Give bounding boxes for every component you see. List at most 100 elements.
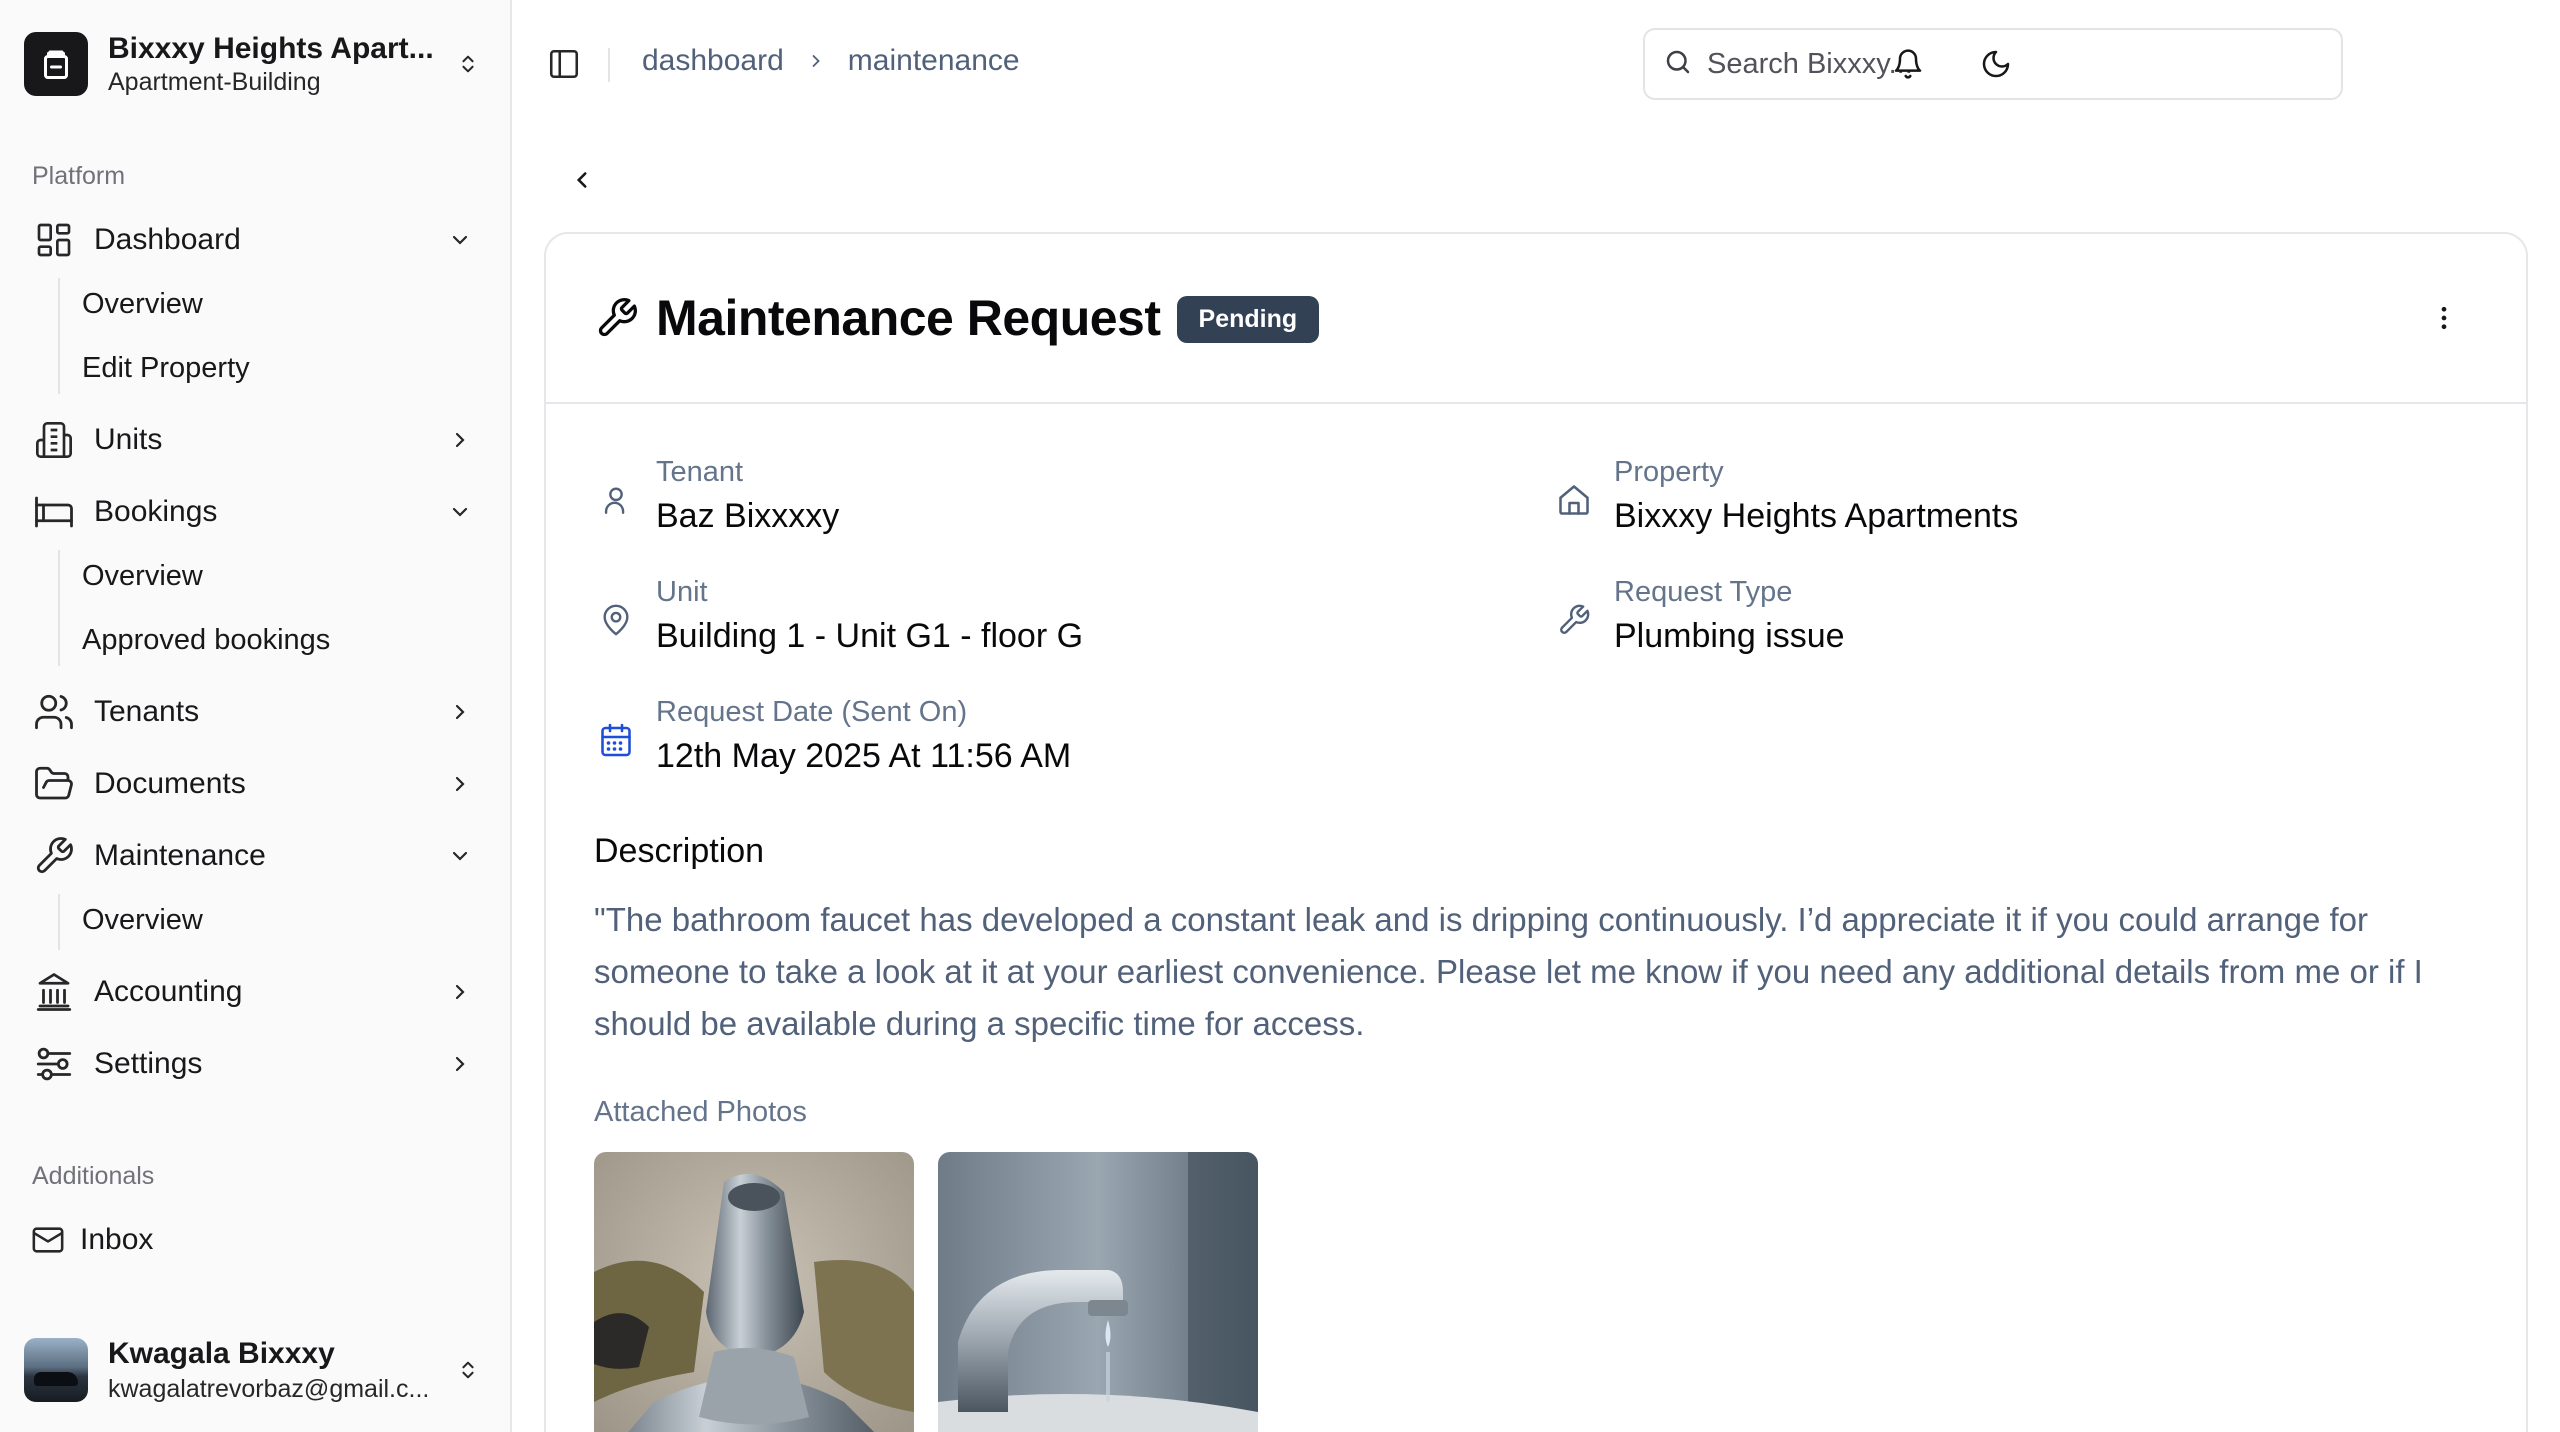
- bell-icon[interactable]: [1884, 40, 1932, 88]
- map-pin-icon: [594, 598, 638, 642]
- layout-dashboard-icon: [30, 216, 78, 264]
- chevrons-up-down-icon: [448, 44, 488, 84]
- sidebar-toggle-icon[interactable]: [544, 44, 584, 84]
- chevron-right-icon: [440, 972, 480, 1012]
- page-title: Maintenance Request: [656, 290, 1161, 346]
- sidebar-item-tenants[interactable]: Tenants: [24, 680, 488, 744]
- home-icon: [1552, 478, 1596, 522]
- sidebar-item-settings[interactable]: Settings: [24, 1032, 488, 1096]
- sidebar-subitem-maintenance-overview[interactable]: Overview: [64, 892, 484, 948]
- field-value-tenant: Baz Bixxxxy: [656, 497, 840, 535]
- group-label-additionals: Additionals: [32, 1162, 155, 1190]
- field-property: Property Bixxxy Heights Apartments: [1552, 456, 2018, 536]
- sidebar-item-label: Dashboard: [94, 223, 241, 256]
- org-name: Bixxxy Heights Apart...: [108, 31, 434, 65]
- building-icon: [30, 416, 78, 464]
- breadcrumb-dashboard[interactable]: dashboard: [642, 44, 784, 78]
- field-value-request-type: Plumbing issue: [1614, 617, 1845, 655]
- main-content: dashboard maintenance Search Bixxxy... M…: [512, 0, 2560, 1432]
- chevrons-up-down-icon: [448, 1350, 488, 1390]
- sidebar-item-documents[interactable]: Documents: [24, 752, 488, 816]
- maintenance-request-card: Maintenance Request Pending Tenant Baz B…: [544, 232, 2528, 1432]
- description-text: "The bathroom faucet has developed a con…: [594, 901, 2423, 1042]
- field-request-type: Request Type Plumbing issue: [1552, 576, 1845, 656]
- org-type: Apartment-Building: [108, 67, 321, 96]
- folder-open-icon: [30, 760, 78, 808]
- sidebar-item-label: Inbox: [80, 1223, 154, 1256]
- landmark-icon: [30, 968, 78, 1016]
- description-heading: Description: [594, 832, 765, 870]
- sidebar-item-label: Units: [94, 423, 163, 456]
- chevron-right-icon: [440, 420, 480, 460]
- attached-photos-label: Attached Photos: [594, 1096, 807, 1128]
- attached-photo[interactable]: [594, 1152, 914, 1432]
- submenu-line: [58, 278, 60, 394]
- chevron-down-icon: [440, 220, 480, 260]
- sidebar-subitem-dashboard-overview[interactable]: Overview: [64, 276, 484, 332]
- sidebar-subitem-approved-bookings[interactable]: Approved bookings: [64, 612, 484, 668]
- sidebar-item-label: Tenants: [94, 695, 200, 728]
- field-label: Property: [1614, 456, 1724, 488]
- field-tenant: Tenant Baz Bixxxxy: [594, 456, 839, 536]
- chevron-right-icon: [440, 764, 480, 804]
- user-menu[interactable]: Kwagala Bixxxy kwagalatrevorbaz@gmail.c.…: [24, 1330, 488, 1410]
- app-root: Bixxxy Heights Apart... Apartment-Buildi…: [0, 0, 2560, 1432]
- field-label: Request Type: [1614, 576, 1793, 608]
- sidebar-item-inbox[interactable]: Inbox: [24, 1208, 488, 1272]
- breadcrumb: dashboard maintenance: [642, 44, 1020, 78]
- wrench-icon: [30, 832, 78, 880]
- calendar-icon: [594, 718, 638, 762]
- sidebar-item-maintenance[interactable]: Maintenance: [24, 824, 488, 888]
- attached-photo[interactable]: [938, 1152, 1258, 1432]
- field-label: Tenant: [656, 456, 744, 488]
- sliders-icon: [30, 1040, 78, 1088]
- sidebar: Bixxxy Heights Apart... Apartment-Buildi…: [0, 0, 512, 1432]
- sidebar-item-bookings[interactable]: Bookings: [24, 480, 488, 544]
- topbar: dashboard maintenance: [512, 0, 2560, 128]
- field-label: Unit: [656, 576, 708, 608]
- sidebar-item-label: Maintenance: [94, 839, 266, 872]
- submenu-line: [58, 550, 60, 666]
- users-icon: [30, 688, 78, 736]
- group-label-platform: Platform: [32, 162, 126, 190]
- moon-icon[interactable]: [1972, 40, 2020, 88]
- org-switcher[interactable]: Bixxxy Heights Apart... Apartment-Buildi…: [24, 24, 488, 104]
- bed-icon: [30, 488, 78, 536]
- sidebar-item-label: Bookings: [94, 495, 218, 528]
- user-icon: [594, 478, 638, 522]
- divider: [608, 48, 610, 82]
- field-value-unit: Building 1 - Unit G1 - floor G: [656, 617, 1084, 655]
- mail-icon: [30, 1216, 66, 1264]
- chevron-down-icon: [440, 492, 480, 532]
- sidebar-item-label: Settings: [94, 1047, 203, 1080]
- sidebar-item-dashboard[interactable]: Dashboard: [24, 208, 488, 272]
- building-logo-icon: [24, 32, 88, 96]
- user-name: Kwagala Bixxxy: [108, 1336, 335, 1370]
- more-vertical-icon[interactable]: [2422, 296, 2466, 340]
- user-email: kwagalatrevorbaz@gmail.c...: [108, 1374, 430, 1403]
- sidebar-subitem-edit-property[interactable]: Edit Property: [64, 340, 484, 396]
- sidebar-item-units[interactable]: Units: [24, 408, 488, 472]
- search-icon: [1663, 47, 1693, 82]
- avatar: [24, 1338, 88, 1402]
- sidebar-item-accounting[interactable]: Accounting: [24, 960, 488, 1024]
- field-request-date: Request Date (Sent On) 12th May 2025 At …: [594, 696, 1071, 776]
- chevron-right-icon: [440, 1044, 480, 1084]
- submenu-line: [58, 894, 60, 950]
- wrench-icon: [1552, 598, 1596, 642]
- card-header: Maintenance Request Pending: [546, 234, 2526, 404]
- chevron-down-icon: [440, 836, 480, 876]
- chevron-right-icon: [440, 692, 480, 732]
- sidebar-item-label: Documents: [94, 767, 246, 800]
- field-label: Request Date (Sent On): [656, 696, 968, 728]
- breadcrumb-maintenance: maintenance: [847, 44, 1020, 77]
- field-value-request-date: 12th May 2025 At 11:56 AM: [656, 737, 1072, 775]
- chevron-right-icon: [806, 51, 826, 71]
- sidebar-subitem-bookings-overview[interactable]: Overview: [64, 548, 484, 604]
- wrench-icon: [594, 295, 640, 341]
- field-unit: Unit Building 1 - Unit G1 - floor G: [594, 576, 1083, 656]
- status-badge: Pending: [1176, 295, 1320, 343]
- field-value-property: Bixxxy Heights Apartments: [1614, 497, 2019, 535]
- sidebar-item-label: Accounting: [94, 975, 243, 1008]
- back-chevron-icon[interactable]: [562, 160, 602, 200]
